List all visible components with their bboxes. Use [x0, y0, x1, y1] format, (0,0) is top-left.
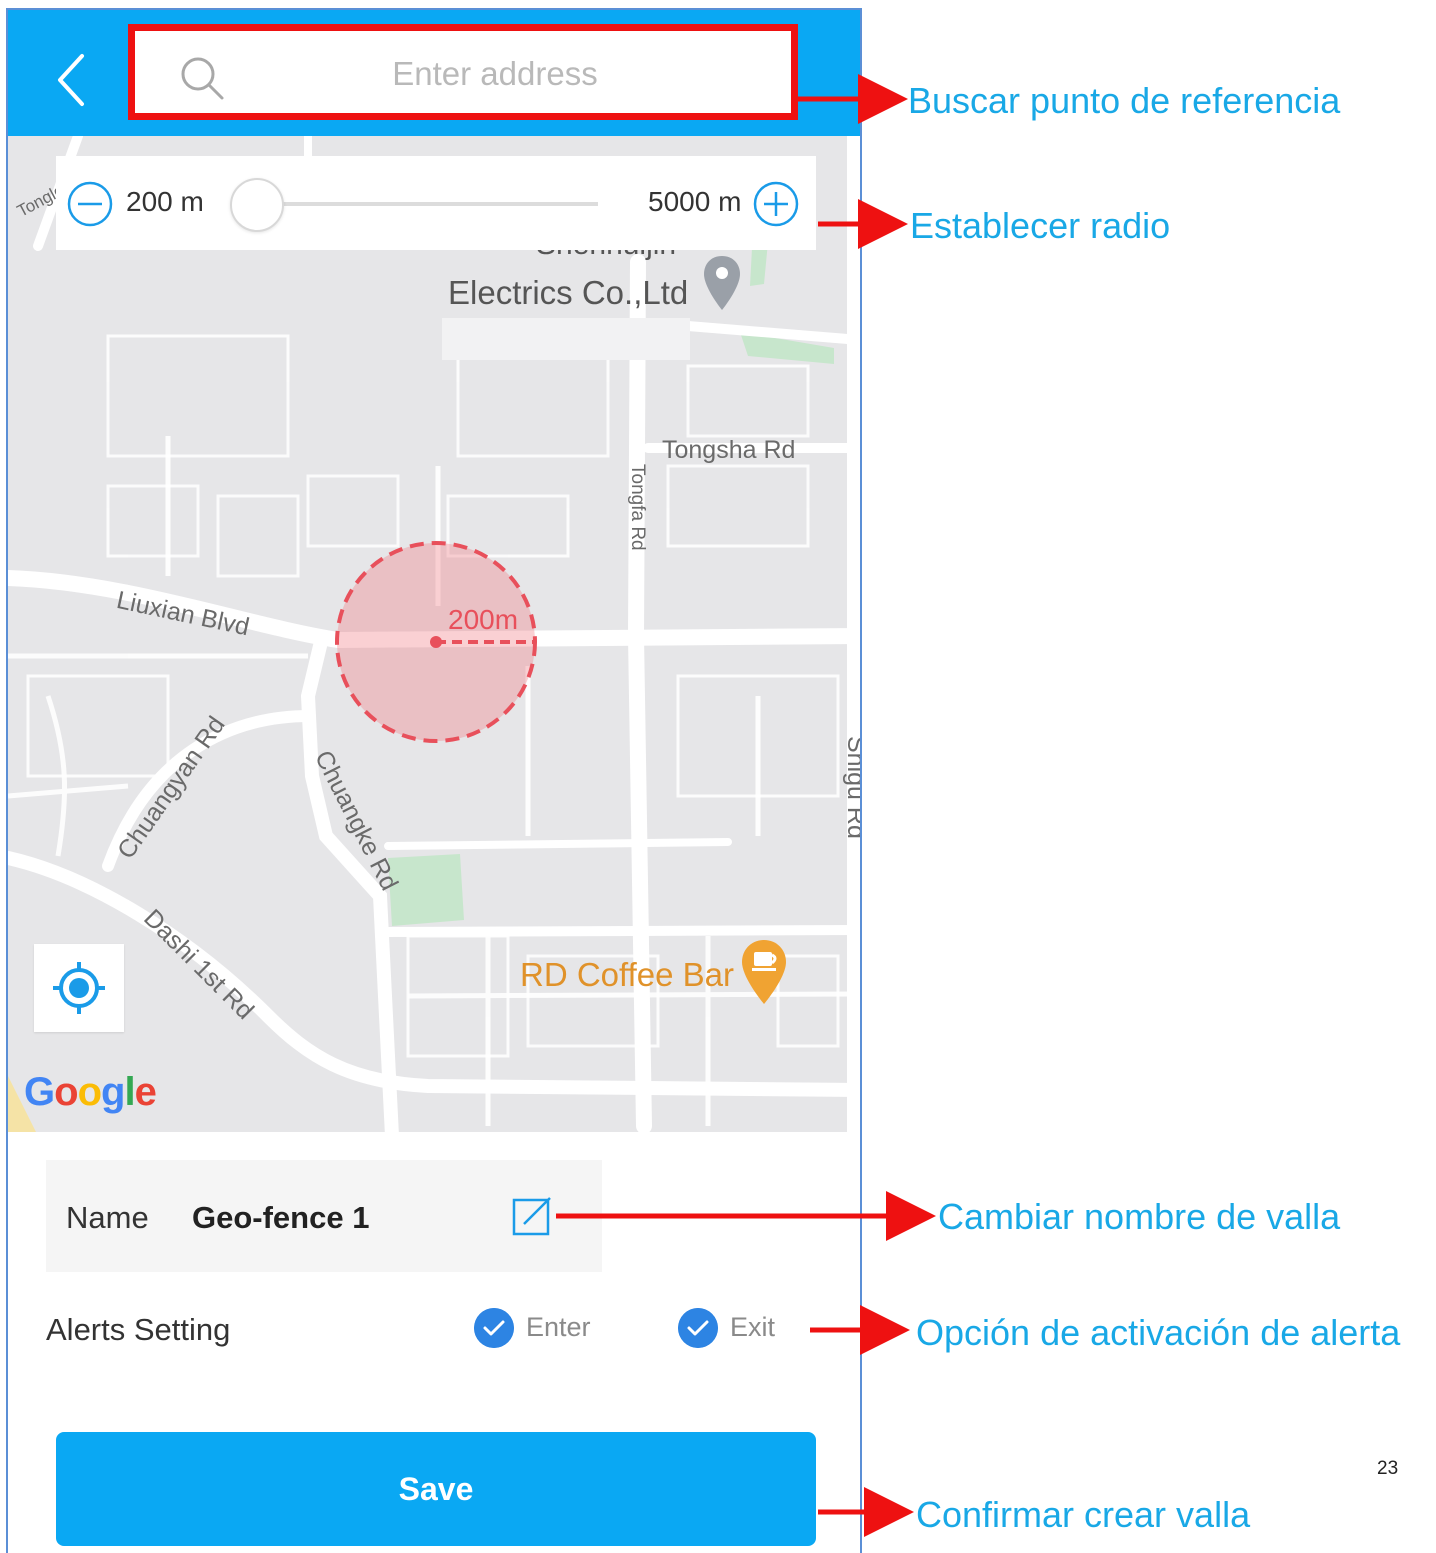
page-number: 23: [1377, 1458, 1399, 1479]
annotation-search: Buscar punto de referencia: [908, 80, 1341, 121]
annotation-rename: Cambiar nombre de valla: [938, 1196, 1341, 1237]
annotation-save: Confirmar crear valla: [916, 1494, 1251, 1535]
annotation-radius: Establecer radio: [910, 205, 1171, 246]
annotation-alerts: Opción de activación de alerta: [916, 1312, 1401, 1353]
